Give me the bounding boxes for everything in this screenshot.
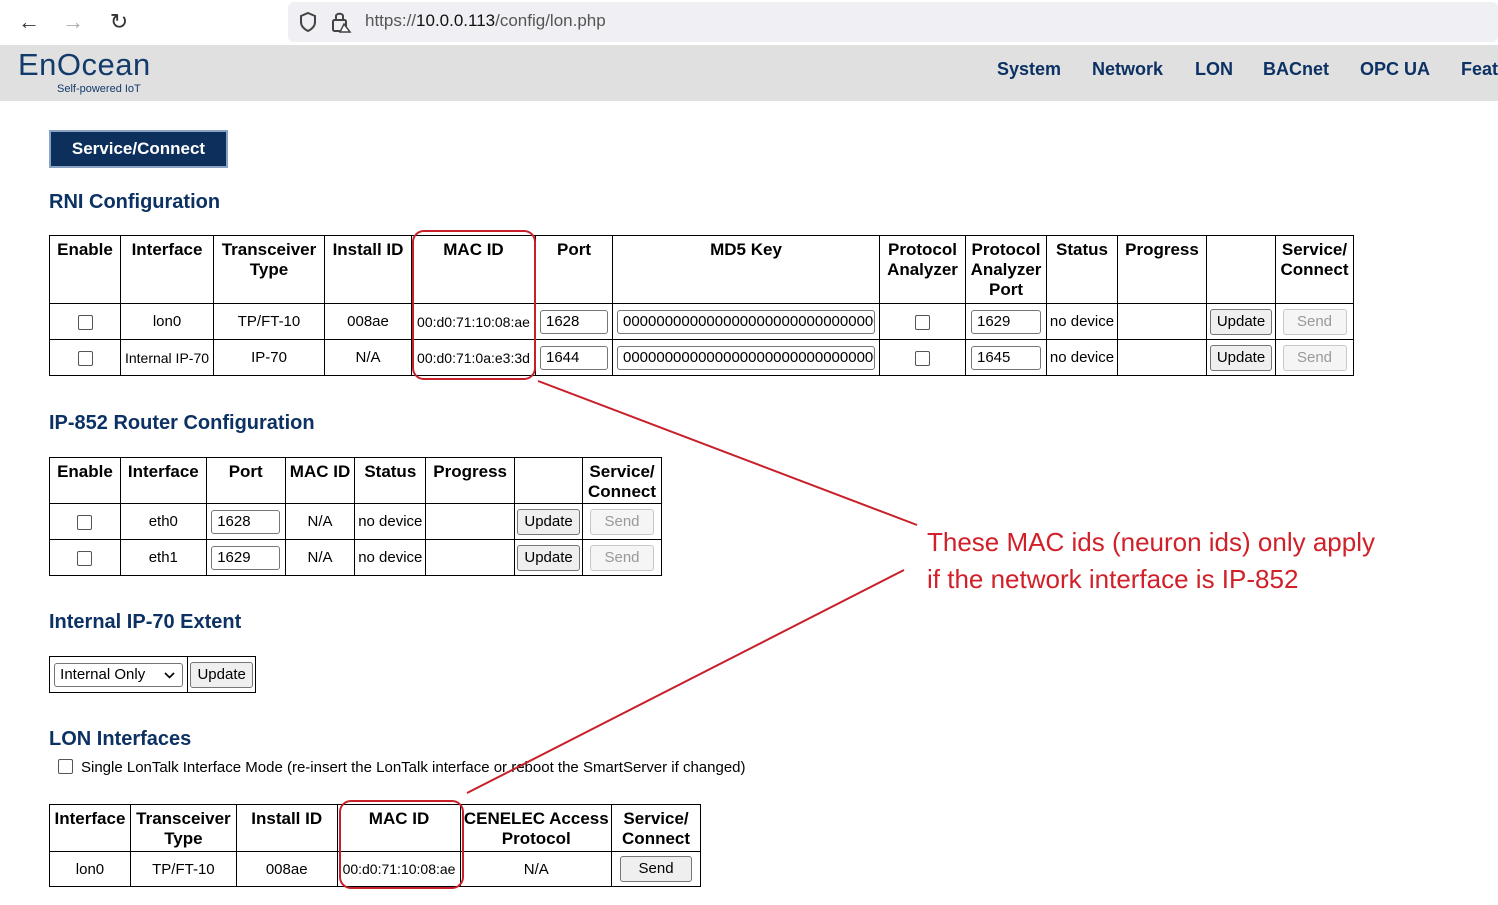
annotation-line-1: These MAC ids (neuron ids) only apply — [927, 527, 1375, 557]
annotation-arrows — [466, 380, 918, 794]
annotation-text: These MAC ids (neuron ids) only apply if… — [927, 524, 1375, 598]
annotation-line — [466, 569, 905, 794]
annotation-line — [537, 380, 918, 526]
annotation-line-2: if the network interface is IP-852 — [927, 564, 1299, 594]
